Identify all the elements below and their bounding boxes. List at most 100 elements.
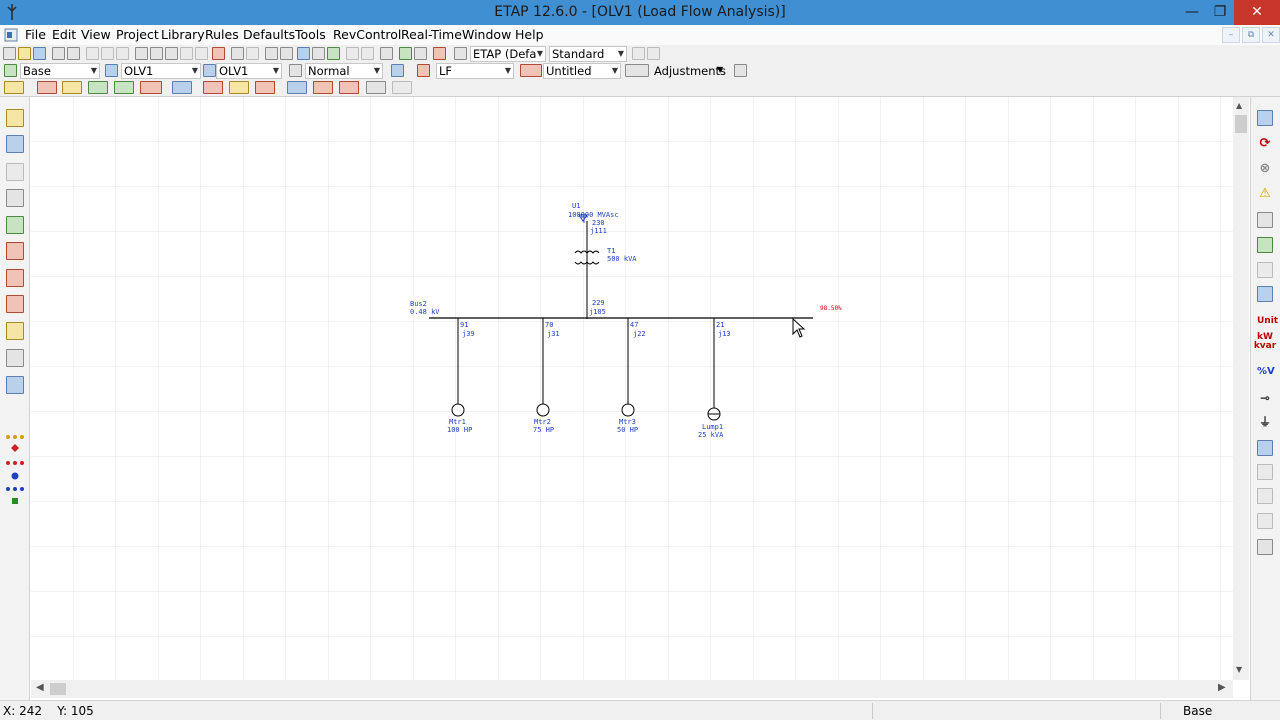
ground-grid-mode-icon[interactable] [287,81,307,94]
menu-help[interactable]: Help [515,27,544,42]
menu-revcontrol[interactable]: RevControl [333,27,401,42]
protective-device-mode-icon[interactable] [172,81,192,94]
revision-icon[interactable] [520,64,542,77]
bus-symbol-icon[interactable]: ⊸ [1257,390,1273,406]
standard-select[interactable]: Standard ▼ [549,46,627,62]
hide-icon[interactable] [346,47,359,60]
paste-icon[interactable] [116,47,129,60]
optimal-power-flow-mode-icon[interactable] [203,81,223,94]
project-tree-icon[interactable] [6,109,24,127]
menu-view[interactable]: View [81,27,111,42]
menu-tools[interactable]: Tools [295,27,326,42]
arc-flash-mode-icon[interactable] [366,81,386,94]
print-preview-icon[interactable] [67,47,80,60]
adjustments-label[interactable]: Adjustments [654,64,726,78]
motor-acceleration-mode-icon[interactable] [88,81,108,94]
view-icon[interactable] [203,64,216,77]
update-icon[interactable]: ⟳ [1257,136,1273,152]
output-report-icon[interactable] [632,47,645,60]
zoom-fit-icon[interactable] [212,47,225,60]
continuity-check-icon[interactable] [312,47,325,60]
undo-icon[interactable] [231,47,244,60]
result-analyzer-icon[interactable] [1257,262,1273,278]
ground-grid-icon[interactable] [6,269,24,287]
document-icon[interactable] [4,28,18,42]
new-icon[interactable] [3,47,16,60]
grounding-mode-icon[interactable] [392,81,412,94]
adjustments-icon[interactable] [625,64,649,77]
transient-stability-mode-icon[interactable] [140,81,162,94]
mdi-restore-button[interactable]: ⧉ [1242,27,1260,43]
close-button[interactable]: ✕ [1234,0,1280,25]
kvar-toggle[interactable]: kvar [1253,342,1277,358]
show-grid-icon[interactable] [280,47,293,60]
bus-elements-icon[interactable] [5,434,25,514]
scroll-down-icon[interactable]: ▼ [1236,665,1242,674]
mdi-close-button[interactable]: ✕ [1262,27,1280,43]
reliability-mode-icon[interactable] [229,81,249,94]
revision-select[interactable]: Untitled ▼ [543,63,621,79]
presentation-icon[interactable] [4,64,17,77]
print-icon[interactable] [52,47,65,60]
menu-realtime[interactable]: Real-Time [401,27,462,42]
menu-defaults[interactable]: Defaults [243,27,295,42]
cable-pulling-mode-icon[interactable] [339,81,359,94]
study-case-icon[interactable] [454,47,467,60]
run-load-flow-icon[interactable] [1257,110,1273,126]
diagram-svg[interactable]: U1 100000 MVAsc 230 j111 T1 500 kVA Bus2… [31,97,1233,680]
study-case-select[interactable]: ETAP (Defa ▼ [470,46,546,62]
data-rev-icon[interactable] [391,64,404,77]
zoom-out-icon[interactable] [165,47,178,60]
vertical-scroll-thumb[interactable] [1235,115,1247,133]
view-select[interactable]: OLV1 ▼ [216,63,282,79]
menu-project[interactable]: Project [116,27,159,42]
mode-select[interactable]: Normal ▼ [305,63,383,79]
find-icon[interactable] [380,47,393,60]
library-icon[interactable] [6,189,24,207]
load-icon[interactable] [1257,513,1273,529]
horizontal-scrollbar[interactable]: ◀ ▶ [31,680,1233,698]
report-manager-icon[interactable] [399,47,412,60]
panel-icon[interactable] [6,295,24,313]
adjustments-dropdown-icon[interactable]: ▼ [717,63,723,77]
generator-icon[interactable] [1257,488,1273,504]
zoom-previous-icon[interactable] [180,47,193,60]
relay-icon[interactable] [1257,440,1273,456]
properties-icon[interactable] [734,64,747,77]
horizontal-scroll-thumb[interactable] [50,683,66,695]
save-icon[interactable] [33,47,46,60]
theme-icon[interactable] [327,47,340,60]
restore-button[interactable]: ❐ [1206,0,1234,25]
minimize-button[interactable]: — [1178,0,1206,25]
control-circuit-icon[interactable] [6,322,24,340]
text-box-icon[interactable] [265,47,278,60]
mode-icon[interactable] [289,64,302,77]
one-line-view-icon[interactable] [6,135,24,153]
scroll-left-icon[interactable]: ◀ [36,682,44,693]
scroll-up-icon[interactable]: ▲ [1236,101,1242,110]
zoom-window-icon[interactable] [195,47,208,60]
select-icon[interactable] [6,163,24,181]
cut-icon[interactable] [86,47,99,60]
edit-mode-icon[interactable] [4,81,24,94]
short-circuit-mode-icon[interactable] [62,81,82,94]
open-icon[interactable] [18,47,31,60]
menu-file[interactable]: File [25,27,46,42]
motor-icon[interactable] [1257,464,1273,480]
dumpster-icon[interactable] [6,376,24,394]
harmonic-mode-icon[interactable] [114,81,134,94]
menu-edit[interactable]: Edit [52,27,76,42]
menu-window[interactable]: Window [462,27,511,42]
waveform-icon[interactable] [1257,539,1273,555]
load-flow-mode-icon[interactable] [37,81,57,94]
system-dumpster-icon[interactable] [6,349,24,367]
configuration-select[interactable]: OLV1 ▼ [121,63,201,79]
copy-icon[interactable] [101,47,114,60]
one-line-diagram-canvas[interactable]: U1 100000 MVAsc 230 j111 T1 500 kVA Bus2… [31,97,1233,680]
dc-load-flow-mode-icon[interactable] [255,81,275,94]
binoculars-icon[interactable] [414,47,427,60]
underground-raceway-icon[interactable] [6,216,24,234]
presentation-select[interactable]: Base ▼ [20,63,100,79]
menu-rules[interactable]: Rules [205,27,239,42]
configuration-icon[interactable] [105,64,118,77]
